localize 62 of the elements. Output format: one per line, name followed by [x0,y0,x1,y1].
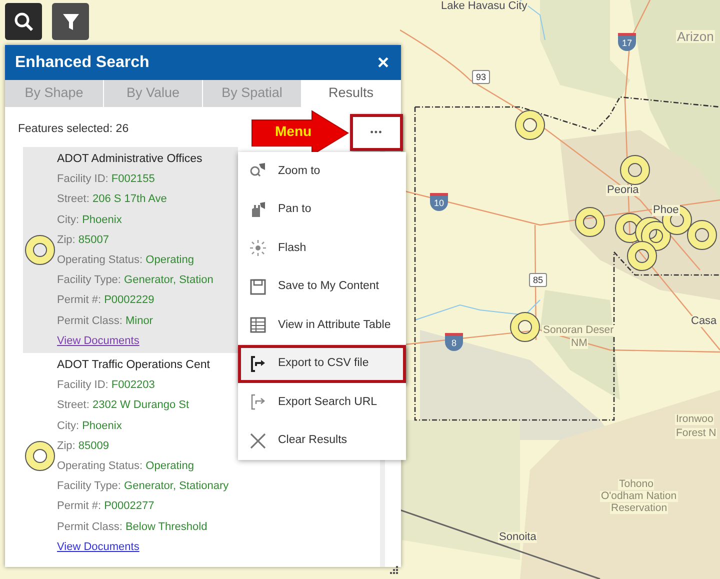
field-text: Facility Type: Generator, Stationary [57,480,229,492]
field-text: Permit #: P0002229 [57,294,154,306]
field-text: Zip: 85007 [57,234,109,246]
field-text: Permit #: P0002277 [57,500,154,512]
close-button[interactable]: × [375,52,391,72]
result-title: ADOT Administrative Offices [57,153,202,165]
map-label: Reservation [610,503,668,514]
close-icon [248,430,268,451]
map-label: Lake Havasu City [440,1,528,12]
result-title: ADOT Traffic Operations Cent [57,359,210,372]
map-label: Sonoita [498,532,538,543]
map-label: Peoria [606,185,640,196]
view-documents-link[interactable]: View Documents [57,540,140,553]
field-text: Operating Status: Operating [57,460,194,472]
field-text: Permit Class: Minor [57,314,153,327]
map-label: Casa [690,316,718,327]
field-text: Zip: 85009 [57,440,109,452]
more-menu-button[interactable]: ••• [350,114,403,151]
map-label: Phoe [652,205,680,216]
map-label: Ironwoo [675,414,714,424]
callout-label: Menu [275,122,312,141]
field-text: Facility ID: F002203 [57,379,155,392]
field-text: Facility Type: Generator, Station [57,274,214,286]
interstate-shield: 10 [430,193,448,211]
features-count: Features selected: 26 [18,123,129,135]
search-icon [12,10,34,32]
panel-title: Enhanced Search [15,52,150,72]
menu-item[interactable]: Save to My Content [238,268,406,306]
highway-shield: 93 [472,70,490,84]
field-text: Permit Class: Below Threshold [57,520,208,533]
view-documents-link[interactable]: View Documents [57,334,140,347]
highway-shield: 85 [529,273,547,287]
ring-symbol-icon [25,441,55,472]
map-label: O'odham Nation [600,491,678,502]
interstate-shield: 8 [445,333,463,351]
menu-item[interactable]: Pan to [238,190,406,229]
table-icon [248,315,268,336]
field-text: Facility ID: F002155 [57,173,155,186]
map-label: NM [570,338,588,348]
field-text: City: Phoenix [57,420,122,432]
result-item[interactable] [23,147,238,354]
menu-item[interactable]: Export to CSV file [238,344,406,383]
field-text: City: Phoenix [57,214,122,226]
search-button[interactable] [5,3,42,40]
field-text: Street: 206 S 17th Ave [57,193,167,206]
field-text: Street: 2302 W Durango St [57,399,190,412]
field-text: Operating Status: Operating [57,254,194,266]
map-label: Sonoran Deser [542,325,615,336]
menu-item[interactable]: Export Search URL [238,383,406,422]
menu-item[interactable]: Flash [238,229,406,268]
interstate-shield: 17 [618,33,636,51]
ring-symbol-icon [25,235,55,266]
menu-item[interactable]: Zoom to [238,152,406,190]
menu-item[interactable]: Clear Results [238,422,406,460]
map-label: Arizon [676,30,715,43]
filter-button[interactable] [52,3,89,40]
map-label: Tohono [618,479,654,490]
menu-item[interactable]: View in Attribute Table [238,306,406,344]
sparkle-icon [248,238,268,258]
map-label: Forest N [675,428,718,438]
filter-icon [62,12,80,30]
resize-grip-icon[interactable] [389,566,399,574]
